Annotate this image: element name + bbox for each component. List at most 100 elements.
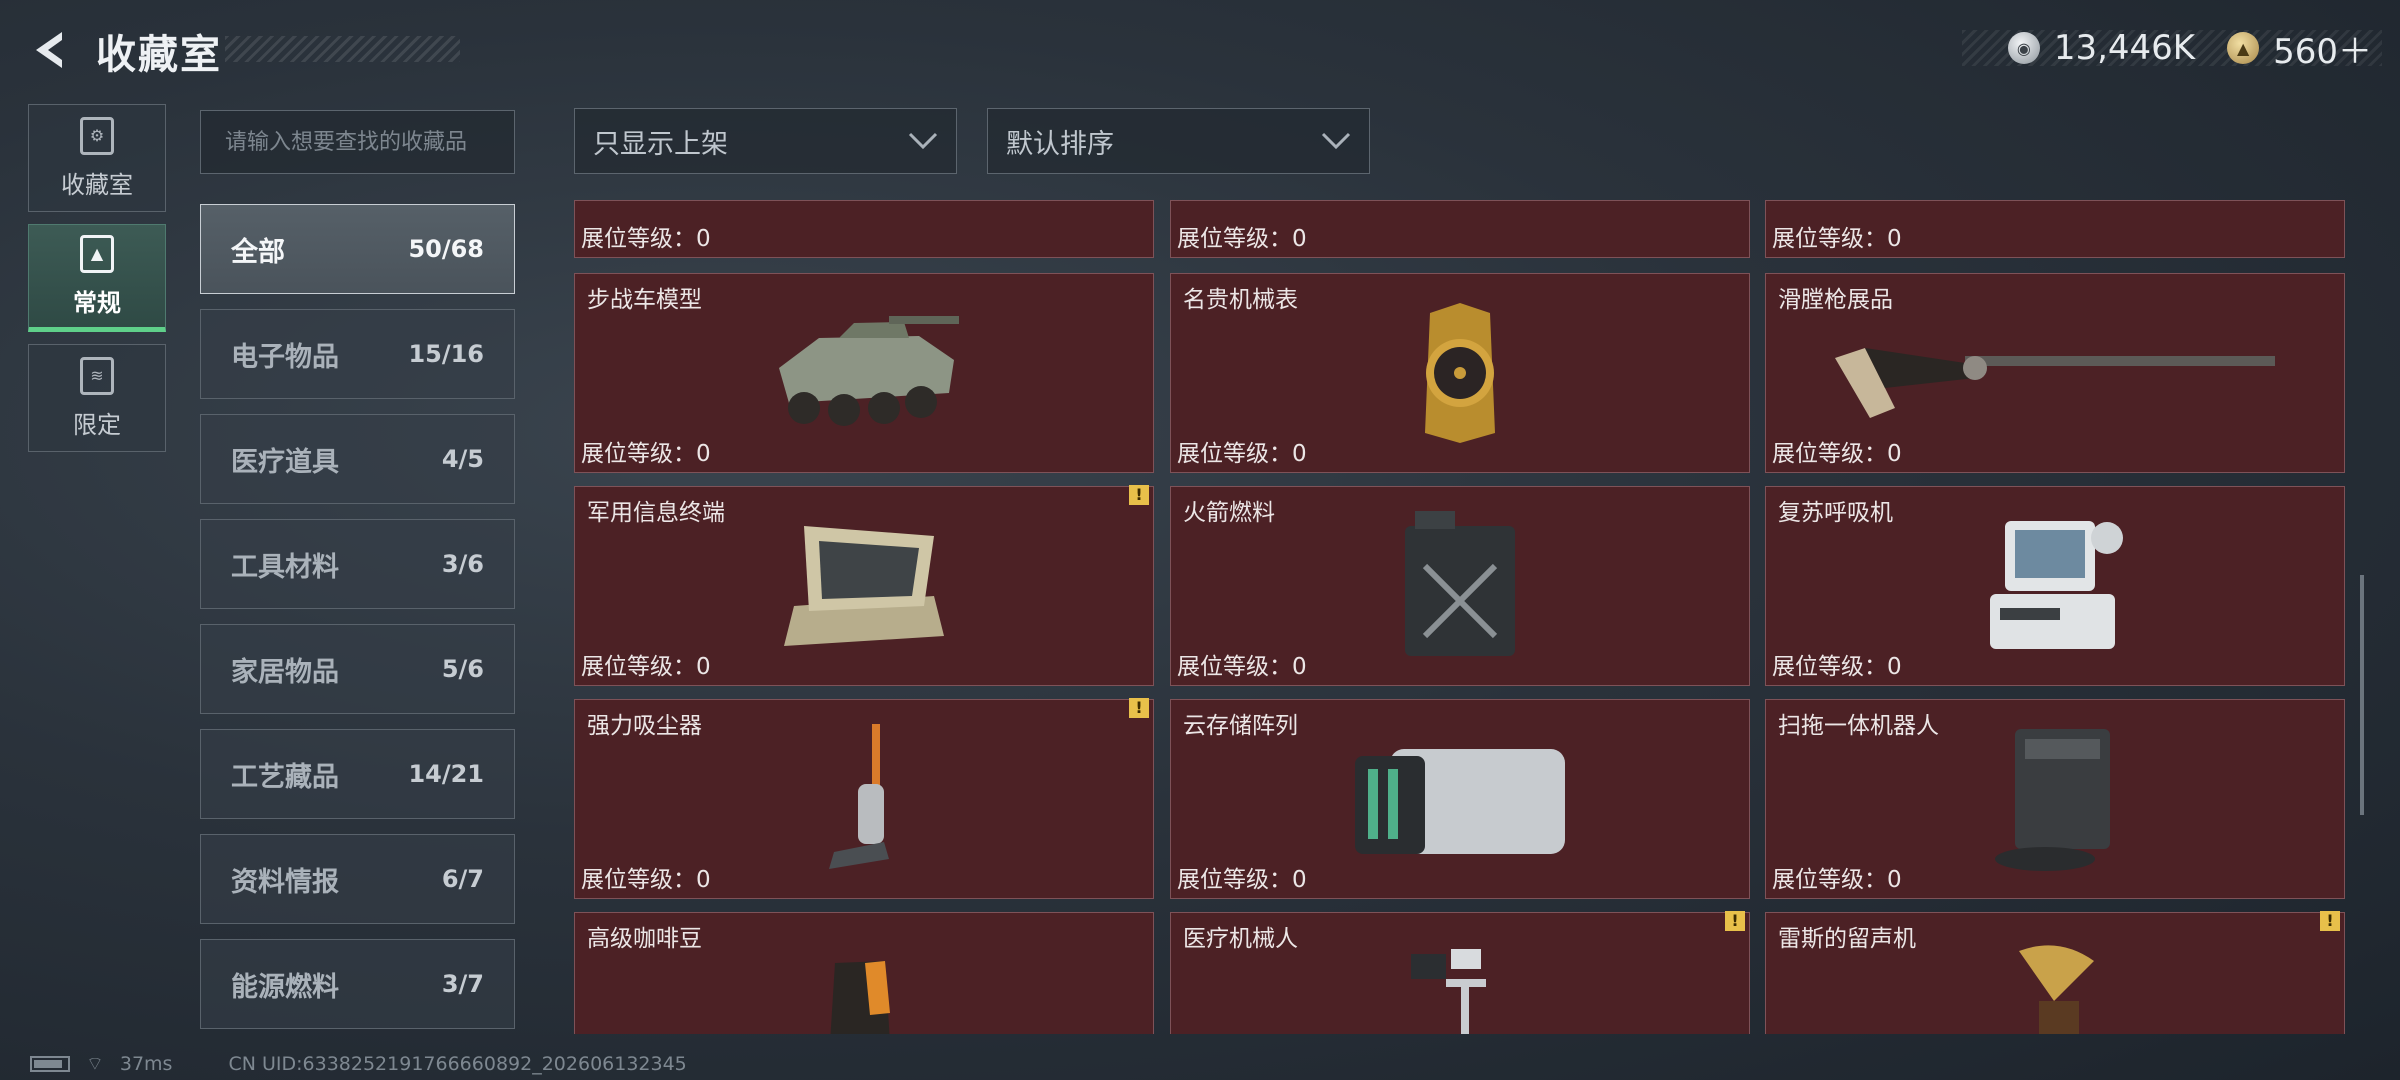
nav-regular[interactable]: ▲ 常规 xyxy=(28,224,166,332)
collection-card[interactable]: 火箭燃料 展位等级：0 xyxy=(1170,486,1750,686)
category-crafts[interactable]: 工艺藏品 14/21 xyxy=(200,729,515,819)
gold-currency-value[interactable]: 560＋ xyxy=(2273,24,2372,73)
title-decoration xyxy=(225,36,460,62)
battery-icon xyxy=(30,1056,70,1072)
category-count: 50/68 xyxy=(408,235,484,263)
chevron-down-icon xyxy=(1321,132,1351,150)
item-name: 医疗机械人 xyxy=(1183,926,1298,952)
uid-text: CN UID:6338252191766660892_202606132345 xyxy=(228,1053,687,1075)
item-name: 滑膛枪展品 xyxy=(1778,287,1893,313)
currency-bar: ◉ 13,446K ▲ 560＋ xyxy=(1962,28,2382,72)
category-medical[interactable]: 医疗道具 4/5 xyxy=(200,414,515,504)
grid-scrollbar[interactable] xyxy=(2360,575,2364,815)
chevron-down-icon xyxy=(908,132,938,150)
collection-card[interactable]: 步战车模型 展位等级：0 xyxy=(574,273,1154,473)
warning-icon: ! xyxy=(2320,911,2340,931)
collection-card[interactable]: 雷斯的留声机 ! xyxy=(1765,911,2345,1034)
booth-level: 展位等级：0 xyxy=(1772,226,1902,252)
gold-coin-icon: ▲ xyxy=(2227,32,2260,64)
booth-level: 展位等级：0 xyxy=(1772,867,1902,893)
display-filter-dropdown[interactable]: 只显示上架 xyxy=(574,108,957,174)
storage-array-icon xyxy=(1355,749,1565,854)
item-name: 火箭燃料 xyxy=(1183,500,1275,526)
collection-card[interactable]: 医疗机械人 ! xyxy=(1170,911,1750,1034)
status-footer: ⌔ 37ms CN UID:6338252191766660892_202606… xyxy=(30,1052,687,1076)
category-label: 工具材料 xyxy=(231,551,339,583)
category-count: 4/5 xyxy=(441,445,484,473)
warning-icon: ! xyxy=(1129,485,1149,505)
jerrycan-icon xyxy=(1405,511,1515,656)
item-name: 名贵机械表 xyxy=(1183,287,1298,313)
item-name: 雷斯的留声机 xyxy=(1778,926,1916,952)
top-bar: 收藏室 ◉ 13,446K ▲ 560＋ xyxy=(0,0,2400,100)
booth-level: 展位等级：0 xyxy=(581,226,711,252)
collection-card[interactable]: 展位等级：0 xyxy=(574,200,1154,258)
nav-label: 限定 xyxy=(73,410,121,439)
display-filter-value: 只显示上架 xyxy=(593,128,728,160)
category-count: 14/21 xyxy=(408,760,484,788)
item-name: 军用信息终端 xyxy=(587,500,725,526)
collection-card[interactable]: 扫拖一体机器人 展位等级：0 xyxy=(1765,699,2345,899)
ventilator-icon xyxy=(1990,521,2123,649)
category-label: 工艺藏品 xyxy=(231,761,339,793)
item-name: 强力吸尘器 xyxy=(587,713,702,739)
booth-level: 展位等级：0 xyxy=(581,654,711,680)
robot-vacuum-icon xyxy=(1995,729,2110,871)
collection-card[interactable]: 军用信息终端 ! 展位等级：0 xyxy=(574,485,1154,686)
category-count: 5/6 xyxy=(441,655,484,683)
nav-label: 常规 xyxy=(73,288,121,317)
collection-card[interactable]: 高级咖啡豆 xyxy=(574,912,1154,1034)
booth-level: 展位等级：0 xyxy=(1772,441,1902,467)
nav-limited[interactable]: ≋ 限定 xyxy=(28,344,166,452)
category-all[interactable]: 全部 50/68 xyxy=(200,204,515,294)
terminal-icon xyxy=(784,526,944,646)
category-household[interactable]: 家居物品 5/6 xyxy=(200,624,515,714)
search-input[interactable] xyxy=(200,110,515,174)
item-name: 云存储阵列 xyxy=(1183,713,1298,739)
category-electronics[interactable]: 电子物品 15/16 xyxy=(200,309,515,399)
item-name: 高级咖啡豆 xyxy=(587,926,702,952)
category-count: 3/7 xyxy=(441,970,484,998)
collection-card[interactable]: 强力吸尘器 ! 展位等级：0 xyxy=(574,698,1154,899)
collection-card[interactable]: 云存储阵列 展位等级：0 xyxy=(1170,699,1750,899)
regular-icon: ▲ xyxy=(80,234,114,273)
collection-card[interactable]: 展位等级：0 xyxy=(1170,200,1750,258)
category-label: 电子物品 xyxy=(231,341,339,373)
silver-coin-icon: ◉ xyxy=(2007,32,2040,64)
collection-grid: 展位等级：0 展位等级：0 展位等级：0 步战车模型 展位等级：0 名贵机械表 … xyxy=(574,200,2354,1034)
ifv-model-icon xyxy=(779,316,959,426)
musket-icon xyxy=(1835,348,2275,418)
collection-card[interactable]: 名贵机械表 展位等级：0 xyxy=(1170,273,1750,473)
back-arrow-icon[interactable] xyxy=(28,28,72,72)
category-count: 15/16 xyxy=(408,340,484,368)
collection-room-icon: ⚙ xyxy=(80,116,114,155)
booth-level: 展位等级：0 xyxy=(1177,654,1307,680)
booth-level: 展位等级：0 xyxy=(581,867,711,893)
collection-card[interactable]: 展位等级：0 xyxy=(1765,200,2345,258)
category-label: 资料情报 xyxy=(231,866,339,898)
category-tools[interactable]: 工具材料 3/6 xyxy=(200,519,515,609)
booth-level: 展位等级：0 xyxy=(1177,226,1307,252)
collection-card[interactable]: 复苏呼吸机 展位等级：0 xyxy=(1765,486,2345,686)
category-intel[interactable]: 资料情报 6/7 xyxy=(200,834,515,924)
booth-level: 展位等级：0 xyxy=(581,441,711,467)
item-name: 扫拖一体机器人 xyxy=(1778,713,1939,739)
vacuum-icon xyxy=(829,724,889,869)
booth-level: 展位等级：0 xyxy=(1177,867,1307,893)
category-label: 全部 xyxy=(231,236,285,268)
sort-value: 默认排序 xyxy=(1006,128,1114,160)
ping-value: 37ms xyxy=(119,1053,173,1075)
category-label: 家居物品 xyxy=(231,656,339,688)
coffee-bag-icon xyxy=(830,961,890,1034)
warning-icon: ! xyxy=(1129,698,1149,718)
collection-card[interactable]: 滑膛枪展品 展位等级：0 xyxy=(1765,273,2345,473)
item-name: 步战车模型 xyxy=(587,287,702,313)
warning-icon: ! xyxy=(1725,911,1745,931)
category-count: 6/7 xyxy=(441,865,484,893)
silver-currency-value: 13,446K xyxy=(2053,28,2196,68)
nav-collection-room[interactable]: ⚙ 收藏室 xyxy=(28,104,166,212)
sort-dropdown[interactable]: 默认排序 xyxy=(987,108,1370,174)
gramophone-icon xyxy=(2019,945,2094,1034)
category-energy[interactable]: 能源燃料 3/7 xyxy=(200,939,515,1029)
page-title: 收藏室 xyxy=(96,32,222,78)
